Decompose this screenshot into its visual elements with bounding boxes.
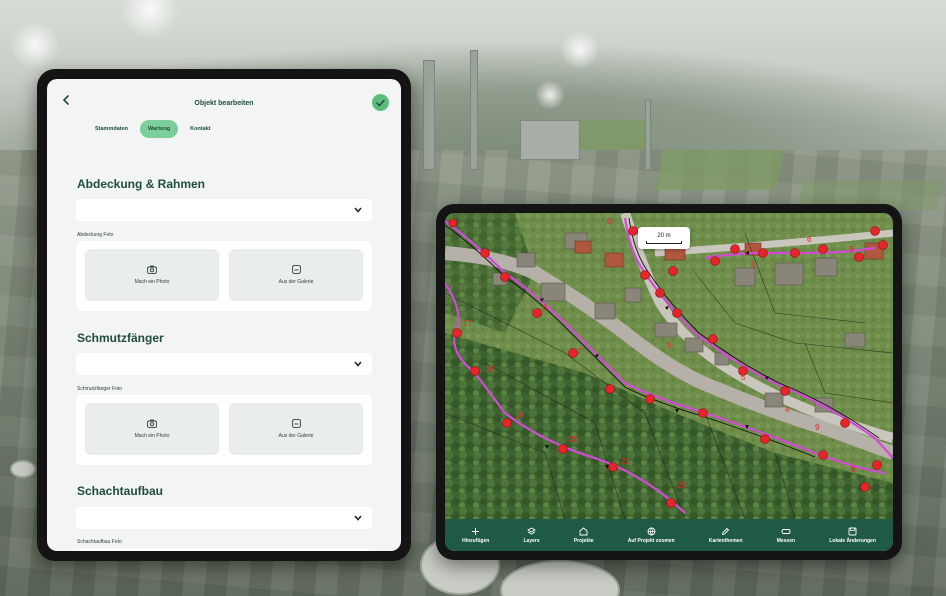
point-label: 6 (807, 235, 812, 244)
camera-button-label: Mach ein Photo (134, 279, 170, 285)
globe-icon (647, 527, 656, 536)
form-screen: Objekt bearbeiten Stammdaten Wartung Kon… (47, 79, 401, 551)
map-screen: 6 6 7 6 5 4 9 17 18 19 20 21 22 6 5 9 8 … (445, 213, 893, 551)
chevron-left-icon (62, 95, 69, 105)
nav-label: Projekte (573, 537, 594, 544)
tab-wartung[interactable]: Wartung (140, 120, 179, 138)
nav-lokale-aenderungen[interactable]: Lokale Änderungen (829, 527, 876, 544)
confirm-button[interactable] (372, 94, 389, 111)
schachtaufbau-dropdown[interactable] (76, 507, 372, 529)
point-label: 6 (607, 217, 612, 226)
point-label: 17 (463, 319, 472, 328)
chevron-down-icon (354, 361, 362, 367)
point-label: 9 (815, 423, 820, 432)
abdeckung-photo-card: Mach ein Photo Aus der Galerie (76, 241, 372, 311)
tab-bar: Stammdaten Wartung Kontakt (87, 120, 219, 138)
schachtaufbau-photo-label: Schachtaufbau Foto (77, 539, 122, 545)
plus-icon (472, 527, 480, 535)
abdeckung-gallery-button[interactable]: Aus der Galerie (229, 249, 363, 301)
bottom-nav-bar: Hinzufügen Layers Projekte Auf Projekt z… (445, 519, 893, 551)
nav-label: Messen (776, 537, 796, 544)
point-label: 22 (677, 481, 686, 490)
section-title-schachtaufbau: Schachtaufbau (77, 484, 164, 498)
nav-label: Lokale Änderungen (829, 537, 876, 544)
point-labels: 6 6 7 6 5 4 9 17 18 19 20 21 22 6 5 9 8 (445, 213, 893, 519)
section-title-abdeckung: Abdeckung & Rahmen (77, 177, 206, 191)
home-icon (579, 526, 588, 535)
nav-label: Layers (523, 537, 540, 544)
gallery-button-label: Aus der Galerie (278, 279, 314, 285)
gallery-icon (291, 419, 301, 428)
form-header: Objekt bearbeiten (47, 79, 401, 119)
nav-layers[interactable]: Layers (523, 526, 540, 544)
abdeckung-camera-button[interactable]: Mach ein Photo (85, 249, 219, 301)
nav-messen[interactable]: Messen (777, 527, 795, 544)
back-button[interactable] (59, 93, 73, 107)
camera-button-label: Mach ein Photo (134, 433, 170, 439)
nav-kartenthemen[interactable]: Kartenthemen (709, 527, 743, 544)
tablet-right: 6 6 7 6 5 4 9 17 18 19 20 21 22 6 5 9 8 … (436, 204, 902, 560)
camera-icon (147, 419, 157, 428)
nav-hinzufuegen[interactable]: Hinzufügen (462, 527, 489, 544)
schmutzfaenger-camera-button[interactable]: Mach ein Photo (85, 403, 219, 455)
schmutzfaenger-gallery-button[interactable]: Aus der Galerie (229, 403, 363, 455)
nav-projekte[interactable]: Projekte (573, 526, 594, 544)
point-label: 5 (741, 373, 746, 382)
nav-label: Auf Projekt zoomen (627, 537, 675, 544)
nav-auf-projekt-zoomen[interactable]: Auf Projekt zoomen (628, 527, 675, 544)
schmutzfaenger-dropdown[interactable] (76, 353, 372, 375)
save-icon (848, 527, 857, 535)
layers-icon (527, 526, 536, 535)
point-label: 6 (667, 341, 672, 350)
ruler-icon (781, 528, 791, 534)
schachtaufbau-photo-card (76, 549, 372, 551)
abdeckung-photo-label: Abdeckung Foto (77, 232, 114, 238)
nav-label: Hinzufügen (462, 537, 490, 544)
abdeckung-dropdown[interactable] (76, 199, 372, 221)
point-label: 6 (543, 303, 548, 312)
page-title: Objekt bearbeiten (194, 99, 254, 107)
nav-label: Kartenthemen (708, 537, 743, 544)
scale-label: 20 m (657, 232, 671, 239)
point-label: 5 (751, 261, 756, 270)
point-label: 21 (621, 457, 630, 466)
aerial-map[interactable]: 6 6 7 6 5 4 9 17 18 19 20 21 22 6 5 9 8 … (445, 213, 893, 519)
gallery-icon (291, 265, 301, 274)
gallery-button-label: Aus der Galerie (278, 433, 314, 439)
point-label: 9 (849, 245, 854, 254)
section-title-schmutzfaenger: Schmutzfänger (77, 331, 164, 345)
camera-icon (147, 265, 157, 274)
point-label: 7 (577, 347, 582, 356)
point-label: 19 (515, 411, 524, 420)
tab-stammdaten[interactable]: Stammdaten (87, 120, 136, 138)
tablet-left: Objekt bearbeiten Stammdaten Wartung Kon… (37, 69, 411, 561)
point-label: 4 (785, 405, 790, 414)
scale-indicator: 20 m (638, 227, 690, 249)
point-label: 20 (569, 435, 578, 444)
scale-bar (646, 240, 682, 244)
point-label: 8 (851, 465, 856, 474)
point-label: 18 (485, 365, 494, 374)
schmutzfaenger-photo-card: Mach ein Photo Aus der Galerie (76, 395, 372, 465)
check-icon (376, 99, 385, 107)
tab-kontakt[interactable]: Kontakt (182, 120, 218, 138)
chevron-down-icon (354, 515, 362, 521)
chevron-down-icon (354, 207, 362, 213)
schmutzfaenger-photo-label: Schmutzfänger Foto (77, 386, 123, 392)
pen-icon (722, 527, 730, 535)
